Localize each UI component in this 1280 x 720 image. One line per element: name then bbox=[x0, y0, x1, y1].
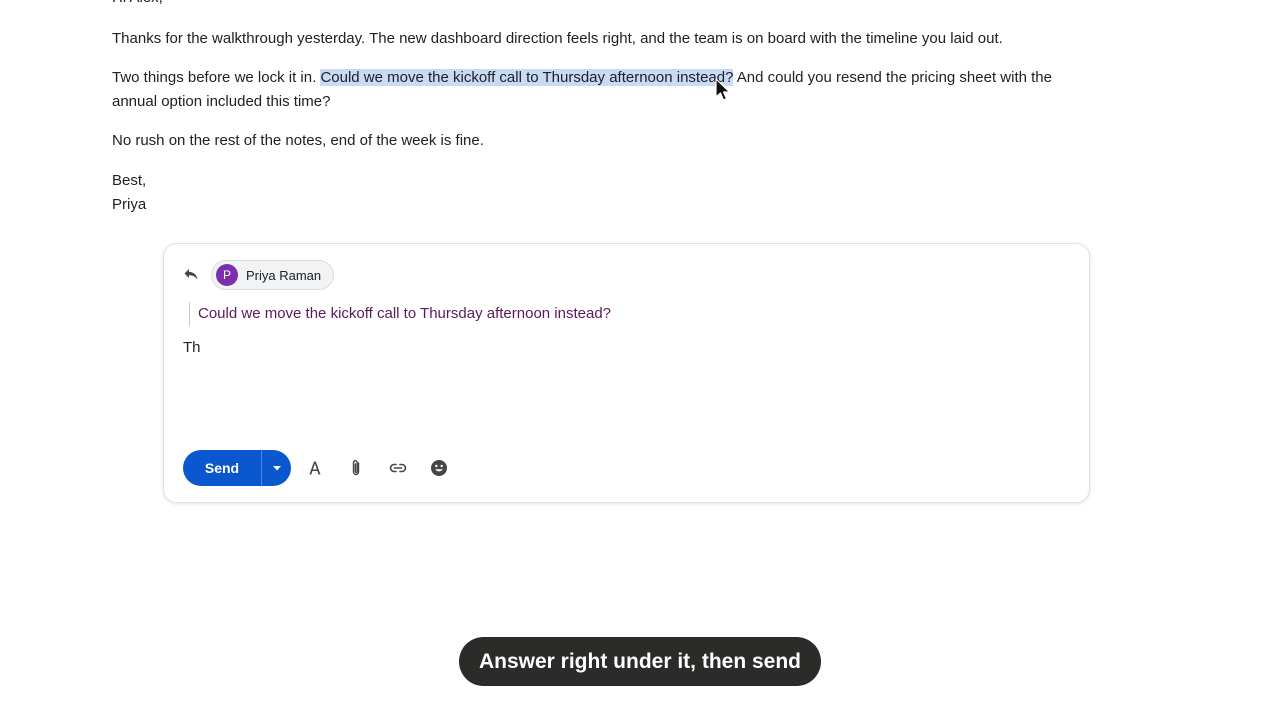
recipient-name: Priya Raman bbox=[246, 267, 322, 283]
paperclip-icon bbox=[352, 460, 360, 476]
text-format-icon bbox=[309, 461, 321, 475]
instruction-caption: Answer right under it, then send bbox=[459, 637, 821, 686]
avatar: P bbox=[216, 264, 238, 286]
paragraph-text: Two things before we lock it in. bbox=[112, 69, 321, 86]
email-signature: Priya bbox=[112, 196, 147, 213]
link-icon bbox=[389, 463, 407, 473]
quoted-text: Could we move the kickoff call to Thursd… bbox=[189, 302, 611, 326]
mouse-pointer-icon bbox=[715, 78, 731, 101]
reply-body-input[interactable]: Th bbox=[183, 337, 201, 359]
email-greeting: Hi Alex, bbox=[112, 0, 163, 10]
recipient-chip[interactable]: P Priya Raman bbox=[211, 260, 335, 290]
reply-compose-box[interactable]: P Priya Raman Could we move the kickoff … bbox=[163, 243, 1090, 503]
emoji-icon bbox=[431, 460, 447, 476]
email-paragraph-1: Thanks for the walkthrough yesterday. Th… bbox=[112, 30, 1003, 47]
email-signoff: Best, bbox=[112, 172, 147, 189]
send-button[interactable]: Send bbox=[183, 450, 261, 486]
formatting-options-button[interactable] bbox=[305, 458, 325, 478]
send-options-button[interactable] bbox=[261, 450, 291, 486]
selected-text-highlight[interactable]: Could we move the kickoff call to Thursd… bbox=[320, 69, 734, 86]
attach-file-button[interactable] bbox=[346, 458, 366, 478]
reply-icon[interactable] bbox=[183, 266, 199, 282]
email-paragraph-3: No rush on the rest of the notes, end of… bbox=[112, 132, 484, 149]
email-paragraph-2: Two things before we lock it in. Could w… bbox=[112, 66, 1052, 114]
chevron-down-icon bbox=[272, 465, 281, 470]
send-button-group: Send bbox=[183, 450, 291, 486]
insert-link-button[interactable] bbox=[388, 458, 408, 478]
insert-emoji-button[interactable] bbox=[429, 458, 449, 478]
